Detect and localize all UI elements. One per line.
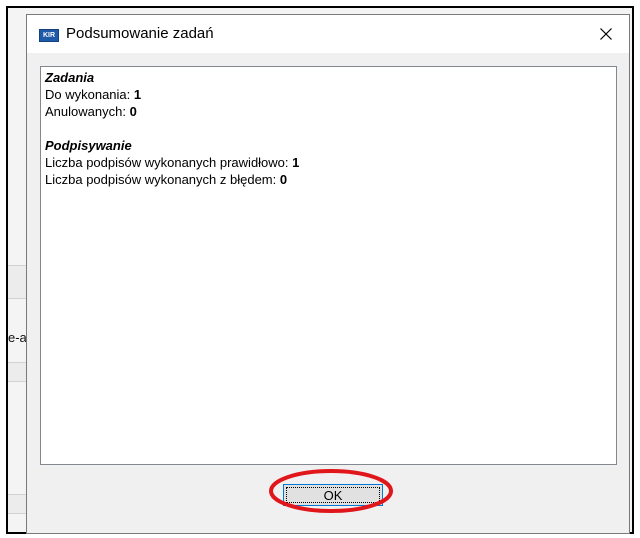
summary-dialog: KIR Podsumowanie zadań Zadania Do wykona… xyxy=(26,14,630,534)
close-button[interactable] xyxy=(583,15,629,53)
section-title-signing: Podpisywanie xyxy=(45,138,132,153)
title-bar[interactable]: KIR Podsumowanie zadań xyxy=(27,15,629,53)
tasks-cancelled-label: Anulowanych: xyxy=(45,104,130,119)
section-title-tasks: Zadania xyxy=(45,70,95,85)
tasks-to-do-line: Do wykonania: 1 xyxy=(45,86,612,103)
signed-error-value: 0 xyxy=(279,172,288,187)
background-text-fragment: e-a xyxy=(8,330,27,345)
signed-ok-line: Liczba podpisów wykonanych prawidłowo: 1 xyxy=(45,154,612,171)
tasks-cancelled-value: 0 xyxy=(129,104,137,119)
signed-error-label: Liczba podpisów wykonanych z błędem: xyxy=(45,172,280,187)
dialog-title: Podsumowanie zadań xyxy=(66,25,214,42)
signed-error-line: Liczba podpisów wykonanych z błędem: 0 xyxy=(45,171,612,188)
tasks-to-do-value: 1 xyxy=(133,87,142,102)
app-logo-icon: KIR xyxy=(39,29,59,42)
tasks-to-do-label: Do wykonania: xyxy=(45,87,134,102)
close-icon xyxy=(600,28,612,40)
tasks-cancelled-line: Anulowanych: 0 xyxy=(45,103,612,120)
ok-button-label: OK xyxy=(286,487,380,503)
ok-button[interactable]: OK xyxy=(283,484,383,506)
summary-text-area[interactable]: Zadania Do wykonania: 1 Anulowanych: 0 P… xyxy=(40,66,617,465)
signed-ok-label: Liczba podpisów wykonanych prawidłowo: xyxy=(45,155,293,170)
signed-ok-value: 1 xyxy=(292,155,300,170)
